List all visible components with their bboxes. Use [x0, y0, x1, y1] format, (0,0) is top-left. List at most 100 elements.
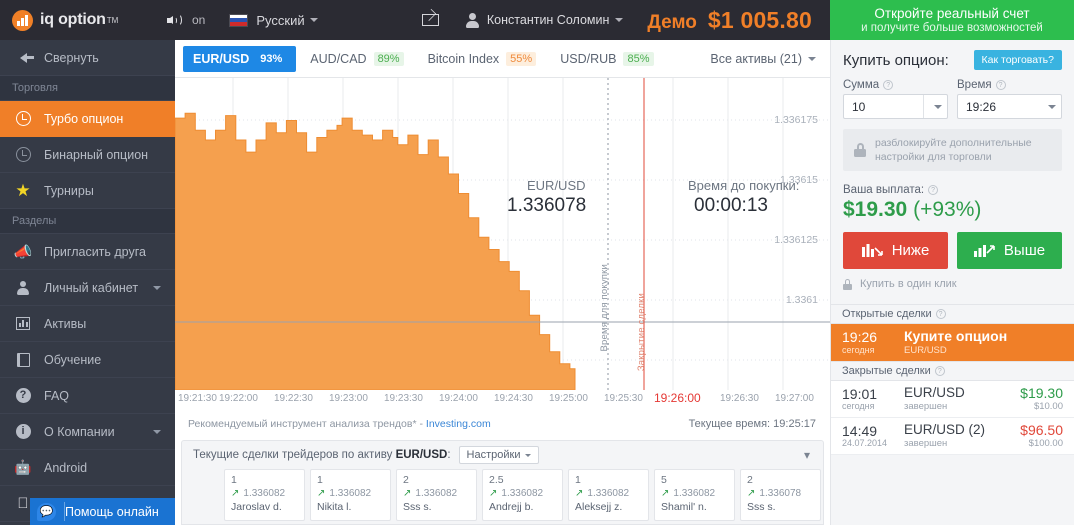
tab-payout: 93%: [260, 52, 283, 65]
help-icon[interactable]: ?: [995, 80, 1006, 90]
sidebar-item-faq[interactable]: ? FAQ: [0, 378, 175, 414]
traders-heading-asset: EUR/USD: [395, 449, 448, 461]
question-icon: ?: [13, 388, 33, 403]
user-name-label[interactable]: Константин Соломин: [487, 13, 609, 27]
trader-amount: 1: [317, 474, 323, 486]
x-axis-tick: 19:25:30: [604, 393, 643, 404]
tab-usd-rub[interactable]: USD/RUB 85%: [550, 46, 663, 72]
speaker-icon: [167, 13, 185, 27]
trader-card[interactable]: 2 ↗ 1.336082 Sss s.: [396, 469, 477, 521]
trader-card[interactable]: 5 ↗ 1.336082 Shamil' n.: [654, 469, 735, 521]
language-selector[interactable]: Русский: [229, 13, 318, 28]
time-input[interactable]: 19:26: [957, 94, 1062, 119]
amount-label: Сумма: [843, 79, 880, 91]
sidebar-item-turbo-option[interactable]: Турбо опцион: [0, 101, 175, 137]
deal-time: 19:01: [842, 385, 878, 402]
how-to-trade-button[interactable]: Как торговать?: [973, 50, 1062, 70]
sidebar-collapse-button[interactable]: Свернуть: [0, 40, 175, 76]
sidebar-item-label: Бинарный опцион: [44, 147, 149, 162]
locked-settings-notice[interactable]: разблокируйте дополнительные настройки д…: [843, 129, 1062, 171]
buy-option-title: Купить опцион:: [843, 51, 949, 69]
x-axis-tick-current: 19:26:00: [654, 391, 701, 405]
price-chart[interactable]: EUR/USD 1.336078 Время до покупки: 00:00…: [175, 78, 830, 390]
logo-trademark: TM: [106, 15, 119, 25]
locked-line-2: настройки для торговли: [875, 151, 992, 163]
trader-card[interactable]: 1 ↗ 1.336082 Nikita l.: [310, 469, 391, 521]
trader-card[interactable]: 1 ↗ 1.336082 Jaroslav d.: [224, 469, 305, 521]
trader-card[interactable]: 2 ↗ 1.336078 Sss s.: [740, 469, 821, 521]
time-label-row: Время ?: [957, 79, 1062, 91]
trade-buttons-row: Ниже Выше: [843, 232, 1062, 269]
y-axis-tick: 1.3361: [785, 294, 818, 306]
closed-deal-row[interactable]: 19:01 сегодня EUR/USD завершен $19.30 $1…: [831, 381, 1074, 418]
lock-icon: [843, 278, 852, 290]
trader-name: Andrejj b.: [489, 501, 534, 513]
balance-block[interactable]: Демо $1 005.80: [647, 7, 812, 34]
y-axis-tick: 1.336125: [774, 234, 818, 246]
chart-x-axis: 19:21:30 19:22:00 19:22:30 19:23:00 19:2…: [175, 390, 830, 410]
one-click-buy-row[interactable]: Купить в один клик: [843, 278, 1062, 290]
traders-settings-button[interactable]: Настройки: [458, 446, 540, 464]
time-dropdown-button[interactable]: [1037, 95, 1061, 118]
arrow-up-icon: ↗: [317, 488, 326, 499]
open-deals-header: Открытые сделки ?: [831, 304, 1074, 324]
payout-label-row: Ваша выплата: ?: [843, 184, 1062, 196]
tab-eur-usd[interactable]: EUR/USD 93%: [183, 45, 297, 72]
help-icon[interactable]: ?: [934, 366, 945, 376]
sound-toggle[interactable]: on: [167, 13, 205, 27]
payout-value-row: $19.30 (+93%): [843, 198, 1062, 222]
trade-panel-title-row: Купить опцион: Как торговать?: [843, 50, 1062, 70]
sidebar-item-android[interactable]: 🤖 Android: [0, 450, 175, 486]
locked-line-1: разблокируйте дополнительные: [875, 136, 1032, 149]
avatar-icon: [465, 13, 479, 28]
user-menu-chevron-down-icon[interactable]: [615, 18, 624, 22]
help-icon[interactable]: ?: [935, 309, 946, 319]
trader-card[interactable]: 1 ↗ 1.336082 Aleksejj z.: [568, 469, 649, 521]
y-axis-tick: 1.33615: [780, 174, 818, 186]
sidebar-item-personal-cabinet[interactable]: Личный кабинет: [0, 270, 175, 306]
sound-state-label: on: [192, 13, 206, 27]
all-assets-label: Все активы (21): [710, 51, 802, 66]
open-real-account-button[interactable]: Откройте реальный счет и получите больше…: [830, 0, 1074, 40]
trader-amount: 1: [231, 474, 237, 486]
sidebar-item-tournaments[interactable]: ★ Турниры: [0, 173, 175, 209]
cta-line-1: Откройте реальный счет: [874, 6, 1030, 21]
sell-lower-button[interactable]: Ниже: [843, 232, 948, 269]
trade-panel-top: Купить опцион: Как торговать? Сумма ? 10: [831, 40, 1074, 290]
asset-tabs-bar: EUR/USD 93% AUD/CAD 89% Bitcoin Index 55…: [175, 40, 830, 78]
help-icon[interactable]: ?: [928, 185, 939, 195]
cta-line-2: и получите больше возможностей: [861, 22, 1043, 34]
open-deal-row[interactable]: 19:26 сегодня Купите опцион EUR/USD: [831, 324, 1074, 361]
sidebar-item-about-company[interactable]: i О Компании: [0, 414, 175, 450]
trader-price: 1.336082: [673, 488, 716, 499]
sidebar-item-assets[interactable]: Активы: [0, 306, 175, 342]
clock-outline-icon: [13, 147, 33, 162]
traders-collapse-chevron-icon[interactable]: ▾: [804, 448, 810, 462]
trader-amount: 1: [575, 474, 581, 486]
sidebar-item-binary-option[interactable]: Бинарный опцион: [0, 137, 175, 173]
arrow-up-icon: ↗: [231, 488, 240, 499]
trader-price: 1.336082: [243, 488, 286, 499]
closed-deal-row[interactable]: 14:49 24.07.2014 EUR/USD (2) завершен $9…: [831, 418, 1074, 455]
investing-com-link[interactable]: Investing.com: [426, 418, 491, 430]
sidebar-item-invite-friend[interactable]: 📣 Пригласить друга: [0, 234, 175, 270]
deal-invested: $10.00: [1033, 400, 1063, 412]
tab-bitcoin-index[interactable]: Bitcoin Index 55%: [418, 46, 547, 72]
one-click-buy-label: Купить в один клик: [860, 278, 957, 290]
brand-logo[interactable]: iq option TM: [0, 9, 163, 31]
amount-input[interactable]: 10: [843, 94, 948, 119]
amount-value: 10: [852, 99, 866, 114]
x-axis-tick: 19:26:30: [720, 393, 759, 404]
buy-higher-button[interactable]: Выше: [957, 232, 1062, 269]
sidebar-item-education[interactable]: Обучение: [0, 342, 175, 378]
tab-aud-cad[interactable]: AUD/CAD 89%: [300, 46, 413, 72]
mail-icon[interactable]: [421, 14, 439, 26]
trader-card[interactable]: 2.5 ↗ 1.336082 Andrejj b.: [482, 469, 563, 521]
sidebar-item-label: Пригласить друга: [44, 244, 146, 259]
deal-time: 19:26: [842, 329, 878, 346]
amount-dropdown-button[interactable]: [923, 95, 947, 118]
online-help-button[interactable]: 💬 Помощь онлайн: [30, 498, 175, 525]
price-area-series: [175, 112, 576, 390]
help-icon[interactable]: ?: [883, 80, 894, 90]
all-assets-dropdown[interactable]: Все активы (21): [710, 52, 816, 66]
